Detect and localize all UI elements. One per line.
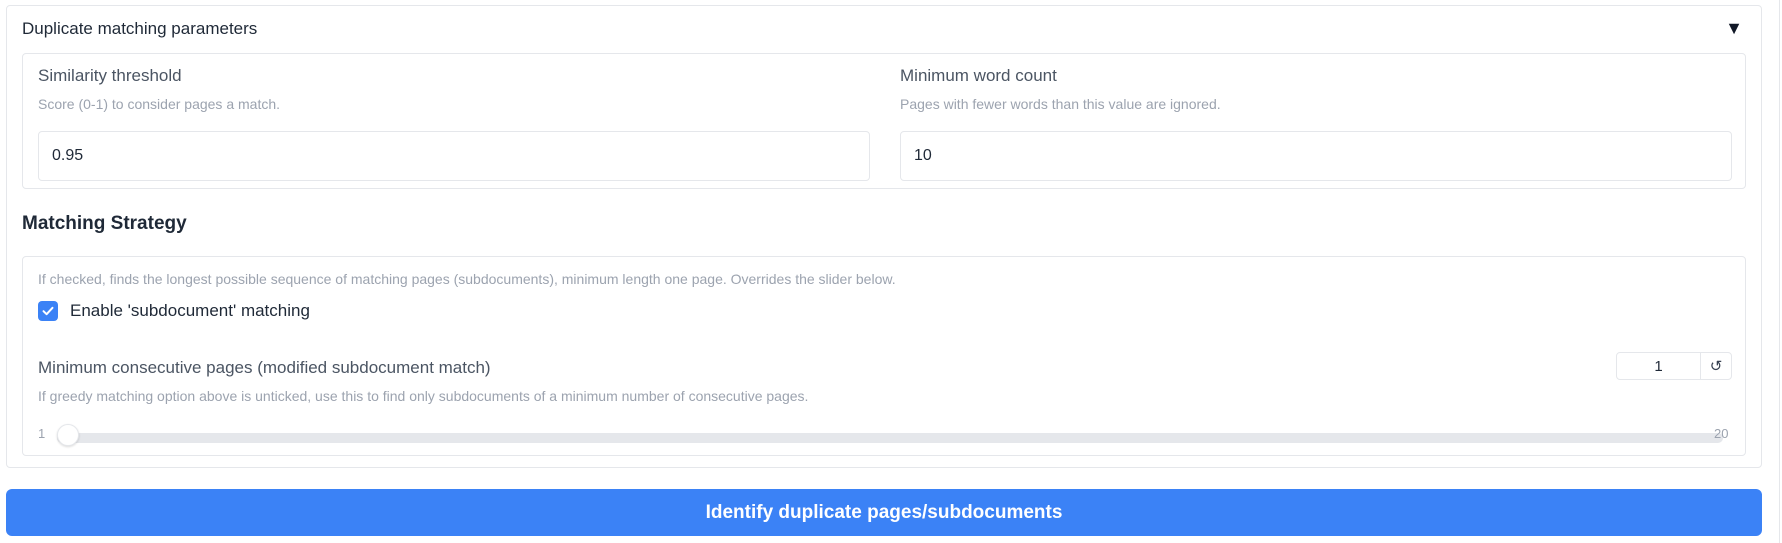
subdocument-info: If checked, finds the longest possible s… xyxy=(38,271,896,287)
slider-max-label: 20 xyxy=(1714,426,1729,441)
similarity-input[interactable] xyxy=(38,131,870,181)
consecutive-pages-input[interactable] xyxy=(1617,353,1700,379)
word-count-input[interactable] xyxy=(900,131,1732,181)
consecutive-pages-number-box: ↺ xyxy=(1616,352,1732,380)
subdocument-checkbox[interactable] xyxy=(38,301,58,321)
accordion-title[interactable]: Duplicate matching parameters xyxy=(22,19,257,39)
consecutive-pages-slider-thumb[interactable] xyxy=(57,424,79,446)
params-row: Similarity threshold Score (0-1) to cons… xyxy=(22,53,1746,189)
slider-min-label: 1 xyxy=(38,426,46,441)
similarity-label: Similarity threshold xyxy=(38,66,182,85)
consecutive-pages-slider-track[interactable] xyxy=(57,433,1723,443)
consecutive-pages-info: If greedy matching option above is untic… xyxy=(38,388,809,404)
matching-strategy-heading: Matching Strategy xyxy=(22,213,187,234)
subdocument-checkbox-label: Enable 'subdocument' matching xyxy=(70,301,310,320)
similarity-info: Score (0-1) to consider pages a match. xyxy=(38,96,281,112)
word-count-label: Minimum word count xyxy=(900,66,1057,85)
reset-icon[interactable]: ↺ xyxy=(1700,353,1731,379)
triangle-down-icon[interactable]: ▼ xyxy=(1725,18,1743,39)
duplicate-params-accordion: Duplicate matching parameters ▼ Similari… xyxy=(6,5,1762,468)
checkmark-icon xyxy=(42,306,54,316)
identify-duplicates-button[interactable]: Identify duplicate pages/subdocuments xyxy=(6,489,1762,536)
consecutive-pages-label: Minimum consecutive pages (modified subd… xyxy=(38,358,491,377)
word-count-info: Pages with fewer words than this value a… xyxy=(900,96,1221,112)
matching-strategy-box: If checked, finds the longest possible s… xyxy=(22,256,1746,456)
subdocument-checkbox-row[interactable]: Enable 'subdocument' matching xyxy=(38,300,310,322)
page-scrollbar-edge xyxy=(1779,0,1780,543)
